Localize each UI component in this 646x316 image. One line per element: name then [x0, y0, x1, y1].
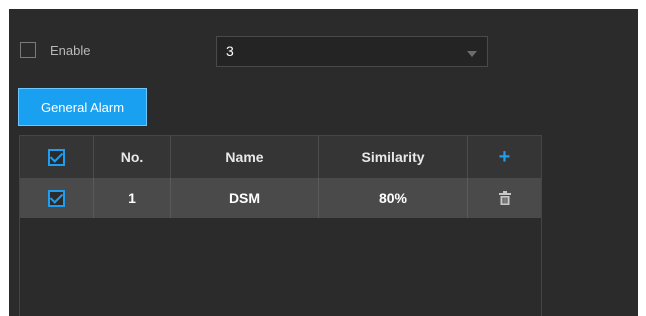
enable-checkbox[interactable]: [20, 42, 36, 58]
enable-label: Enable: [50, 42, 91, 58]
row-name: DSM: [171, 178, 319, 218]
channel-select-value: 3: [226, 43, 234, 59]
add-cell: +: [468, 136, 541, 178]
header-no: No.: [94, 136, 171, 178]
select-all-checkbox[interactable]: [48, 148, 65, 166]
table-header: No. Name Similarity +: [20, 136, 541, 178]
enable-row: Enable: [20, 40, 90, 60]
row-checkbox[interactable]: [48, 189, 65, 207]
face-table: No. Name Similarity + 1 DSM 80%: [19, 135, 542, 316]
row-similarity: 80%: [319, 178, 468, 218]
row-no: 1: [94, 178, 171, 218]
plus-icon[interactable]: +: [499, 147, 511, 167]
chevron-down-icon: [467, 51, 477, 57]
settings-panel: Enable 3 General Alarm No. Name Similari…: [9, 9, 638, 316]
select-all-cell: [20, 136, 94, 178]
trash-icon[interactable]: [498, 191, 511, 205]
row-select-cell: [20, 178, 94, 218]
general-alarm-button[interactable]: General Alarm: [18, 88, 147, 126]
table-row[interactable]: 1 DSM 80%: [20, 178, 541, 218]
header-similarity: Similarity: [319, 136, 468, 178]
channel-select[interactable]: 3: [216, 36, 488, 67]
row-action-cell: [468, 178, 541, 218]
header-name: Name: [171, 136, 319, 178]
